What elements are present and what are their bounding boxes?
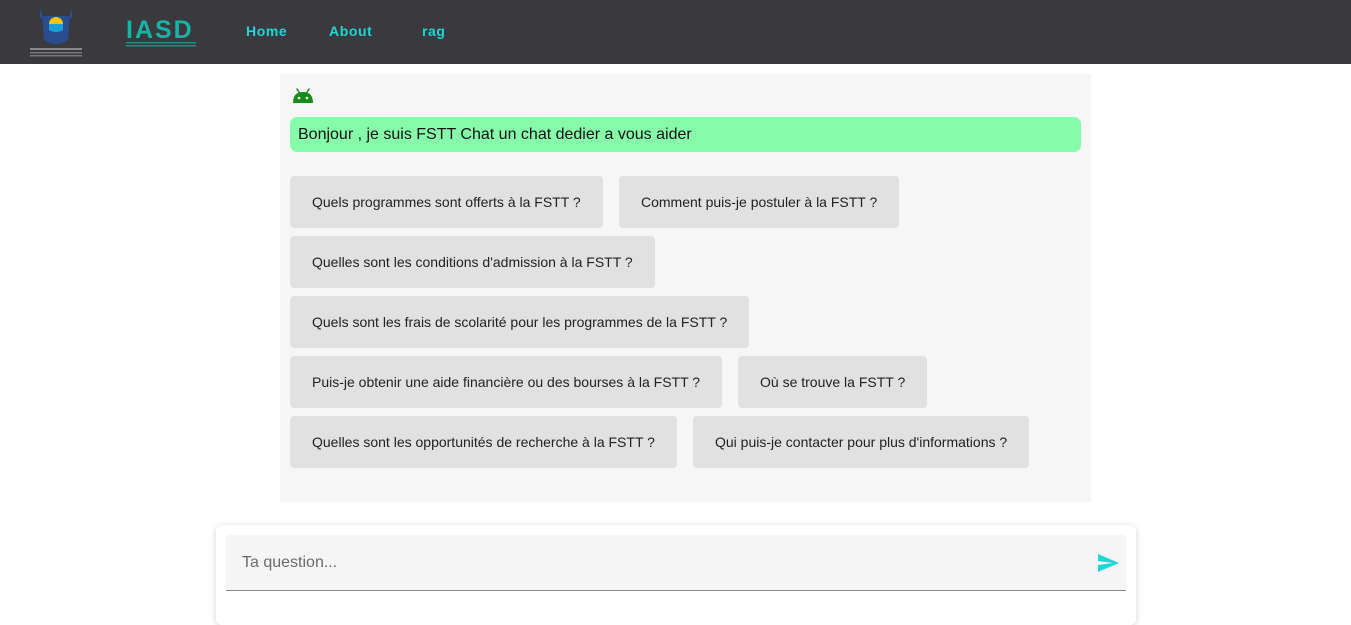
bot-greeting-message: Bonjour , je suis FSTT Chat un chat dedi… <box>290 117 1081 152</box>
top-navbar: IASD Home About rag <box>0 0 1351 64</box>
suggestion-button[interactable]: Comment puis-je postuler à la FSTT ? <box>619 176 900 228</box>
suggestion-button[interactable]: Où se trouve la FSTT ? <box>738 356 928 408</box>
suggestion-button[interactable]: Quelles sont les opportunités de recherc… <box>290 416 677 468</box>
question-input-card <box>216 525 1136 625</box>
send-icon[interactable] <box>1096 551 1120 575</box>
suggestion-button[interactable]: Quels sont les frais de scolarité pour l… <box>290 296 750 348</box>
suggestion-button[interactable]: Quelles sont les conditions d'admission … <box>290 236 655 288</box>
iasd-logo-text: IASD <box>126 16 194 44</box>
suggestion-button[interactable]: Puis-je obtenir une aide financière ou d… <box>290 356 723 408</box>
chat-panel: Bonjour , je suis FSTT Chat un chat dedi… <box>280 74 1091 502</box>
suggestion-button[interactable]: Qui puis-je contacter pour plus d'inform… <box>693 416 1030 468</box>
nav-rag-link[interactable]: rag <box>422 23 446 39</box>
nav-home-link[interactable]: Home <box>246 23 287 39</box>
suggestion-button[interactable]: Quels programmes sont offerts à la FSTT … <box>290 176 603 228</box>
nav-about-link[interactable]: About <box>329 23 372 39</box>
university-logo[interactable] <box>26 4 86 60</box>
android-icon <box>291 88 315 104</box>
iasd-logo[interactable]: IASD <box>124 14 198 50</box>
question-input[interactable] <box>226 535 1126 591</box>
